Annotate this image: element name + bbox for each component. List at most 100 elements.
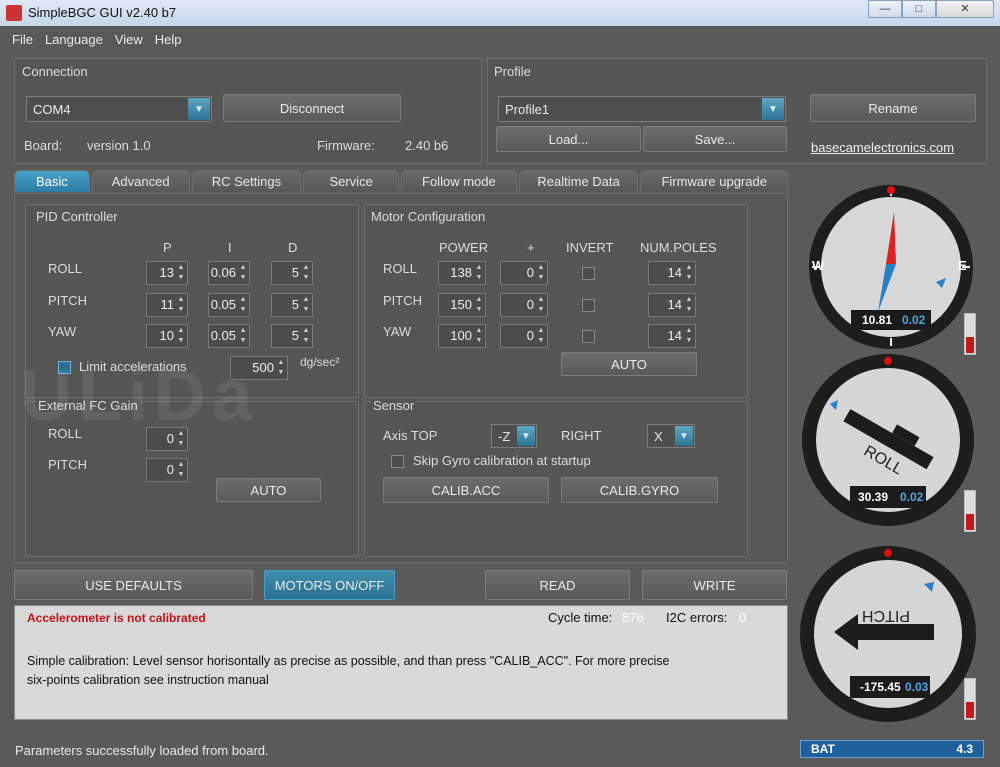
motor-yaw-poles[interactable]: 14 ▲ ▼ <box>648 324 696 348</box>
tab-advanced[interactable]: Advanced <box>91 170 190 192</box>
board-label: Board: <box>24 138 63 153</box>
skip-gyro-label: Skip Gyro calibration at startup <box>413 453 591 468</box>
spin-down-icon: ▼ <box>177 337 185 344</box>
tab-rc-settings[interactable]: RC Settings <box>191 170 302 192</box>
port-select[interactable]: COM4 ▼ <box>26 96 212 122</box>
compass-w: W <box>812 258 825 273</box>
profile-title: Profile <box>494 64 531 79</box>
motor-yaw-invert[interactable] <box>582 330 595 343</box>
close-button[interactable]: ✕ <box>936 0 994 18</box>
menu-language[interactable]: Language <box>39 32 109 47</box>
right-value: X <box>654 428 663 444</box>
info-line-1: Simple calibration: Level sensor horison… <box>27 654 670 668</box>
menu-view[interactable]: View <box>109 32 149 47</box>
save-button[interactable]: Save... <box>643 126 787 152</box>
maximize-button[interactable]: □ <box>902 0 936 18</box>
tab-firmware-upgrade[interactable]: Firmware upgrade <box>640 170 789 192</box>
spin-up-icon: ▲ <box>177 461 185 468</box>
pid-pitch-i[interactable]: 0.05 ▲ ▼ <box>208 293 250 317</box>
app-icon <box>6 5 22 21</box>
i2c-errors-label: I2C errors: <box>666 610 728 625</box>
ext-fc-auto-button[interactable]: AUTO <box>216 478 321 502</box>
menu-file[interactable]: File <box>6 32 39 47</box>
motor-pitch-poles[interactable]: 14 ▲ ▼ <box>648 293 696 317</box>
spin-up-icon: ▲ <box>302 296 310 303</box>
spin-down-icon: ▼ <box>239 306 247 313</box>
motor-row-label: ROLL <box>383 261 417 276</box>
pid-yaw-p[interactable]: 10 ▲ ▼ <box>146 324 188 348</box>
error-message: Accelerometer is not calibrated <box>27 611 206 625</box>
i2c-errors-value: 0 <box>739 610 747 625</box>
profile-panel: Profile Profile1 ▼ Load... Save... Renam… <box>487 58 987 164</box>
message-area: Accelerometer is not calibrated Cycle ti… <box>14 605 788 720</box>
spin-up-icon: ▲ <box>685 296 693 303</box>
pid-row-label: YAW <box>48 324 77 339</box>
pitch-value: -175.45 <box>860 680 901 694</box>
motors-toggle-button[interactable]: MOTORS ON/OFF <box>264 570 395 600</box>
spin-down-icon: ▼ <box>177 274 185 281</box>
spin-down-icon: ▼ <box>177 471 185 478</box>
calib-acc-button[interactable]: CALIB.ACC <box>383 477 549 503</box>
pid-pitch-d[interactable]: 5 ▲ ▼ <box>271 293 313 317</box>
axis-top-select[interactable]: -Z ▼ <box>491 424 537 448</box>
disconnect-button[interactable]: Disconnect <box>223 94 401 122</box>
spin-up-icon: ▲ <box>537 264 545 271</box>
pid-roll-p[interactable]: 13 ▲ ▼ <box>146 261 188 285</box>
motor-roll-invert[interactable] <box>582 267 595 280</box>
axis-top-label: Axis TOP <box>383 428 438 443</box>
load-button[interactable]: Load... <box>496 126 641 152</box>
spin-down-icon: ▼ <box>537 337 545 344</box>
tab-basic[interactable]: Basic <box>14 170 90 192</box>
ext-fc-pitch[interactable]: 0 ▲ ▼ <box>146 458 188 482</box>
battery-indicator: BAT 4.3 <box>800 740 984 758</box>
spin-up-icon: ▲ <box>537 327 545 334</box>
motor-yaw-power[interactable]: 100 ▲ ▼ <box>438 324 486 348</box>
motor-pitch-plus[interactable]: 0 ▲ ▼ <box>500 293 548 317</box>
right-select[interactable]: X ▼ <box>647 424 695 448</box>
chevron-down-icon: ▼ <box>517 426 535 446</box>
read-button[interactable]: READ <box>485 570 630 600</box>
motor-auto-button[interactable]: AUTO <box>561 352 697 376</box>
pid-roll-d[interactable]: 5 ▲ ▼ <box>271 261 313 285</box>
motor-roll-poles[interactable]: 14 ▲ ▼ <box>648 261 696 285</box>
spin-down-icon: ▼ <box>239 274 247 281</box>
motor-title: Motor Configuration <box>371 209 486 224</box>
pid-col-d: D <box>288 240 298 255</box>
tab-service[interactable]: Service <box>303 170 400 192</box>
rename-button[interactable]: Rename <box>810 94 976 122</box>
profile-value: Profile1 <box>505 101 550 117</box>
watermark: ULiDa <box>20 356 259 436</box>
skip-gyro-checkbox[interactable] <box>391 455 404 468</box>
motor-pitch-invert[interactable] <box>582 299 595 312</box>
calib-gyro-button[interactable]: CALIB.GYRO <box>561 477 718 503</box>
spin-up-icon: ▲ <box>239 264 247 271</box>
pid-roll-i[interactable]: 0.06 ▲ ▼ <box>208 261 250 285</box>
website-link[interactable]: basecamelectronics.com <box>811 140 954 155</box>
tab-follow-mode[interactable]: Follow mode <box>401 170 517 192</box>
battery-label: BAT <box>811 742 835 756</box>
motor-pitch-power[interactable]: 150 ▲ ▼ <box>438 293 486 317</box>
roll-gauge: ROLL 30.39 0.02 <box>800 352 976 528</box>
pitch-gauge: PITCH -175.45 0.03 <box>798 544 978 724</box>
motor-roll-power[interactable]: 138 ▲ ▼ <box>438 261 486 285</box>
motor-panel: Motor Configuration POWER + INVERT NUM.P… <box>364 204 748 398</box>
profile-select[interactable]: Profile1 ▼ <box>498 96 786 122</box>
pitch-level-bar <box>964 678 976 720</box>
motor-yaw-plus[interactable]: 0 ▲ ▼ <box>500 324 548 348</box>
motor-roll-plus[interactable]: 0 ▲ ▼ <box>500 261 548 285</box>
menu-help[interactable]: Help <box>149 32 188 47</box>
motor-col-poles: NUM.POLES <box>640 240 717 255</box>
pid-pitch-p[interactable]: 11 ▲ ▼ <box>146 293 188 317</box>
tab-realtime-data[interactable]: Realtime Data <box>518 170 639 192</box>
motor-col-invert: INVERT <box>566 240 614 255</box>
pid-yaw-d[interactable]: 5 ▲ ▼ <box>271 324 313 348</box>
pitch-horizon-icon <box>800 546 976 722</box>
yaw-level-bar <box>964 313 976 355</box>
minimize-button[interactable]: — <box>868 0 902 18</box>
firmware-value: 2.40 b6 <box>405 138 449 153</box>
use-defaults-button[interactable]: USE DEFAULTS <box>14 570 253 600</box>
pid-yaw-i[interactable]: 0.05 ▲ ▼ <box>208 324 250 348</box>
write-button[interactable]: WRITE <box>642 570 787 600</box>
cycle-time-value: 876 <box>622 610 644 625</box>
motor-row-label: PITCH <box>383 293 422 308</box>
